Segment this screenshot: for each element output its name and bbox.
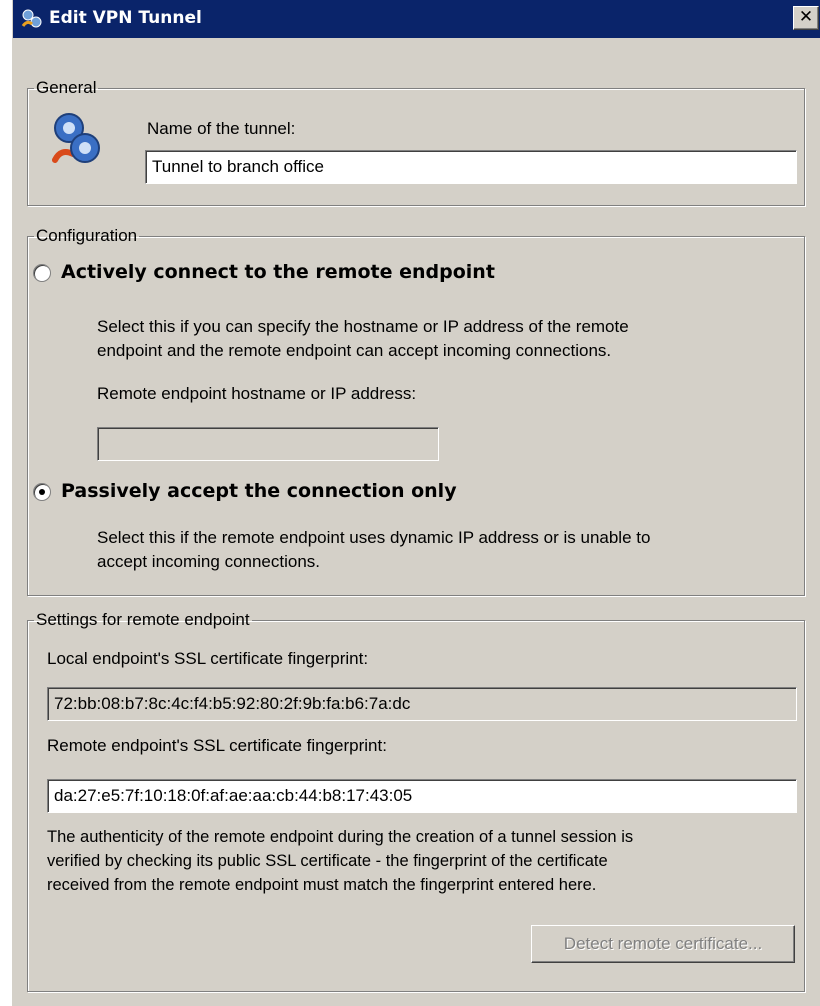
remote-fingerprint-input[interactable]: da:27:e5:7f:10:18:0f:af:ae:aa:cb:44:b8:1… [47, 779, 797, 813]
close-icon: ✕ [798, 7, 814, 27]
passive-description-line: Select this if the remote endpoint uses … [97, 528, 651, 547]
general-legend: General [36, 78, 97, 97]
passive-description-line: accept incoming connections. [97, 552, 321, 571]
active-connect-description: Select this if you can specify the hostn… [97, 315, 787, 363]
info-line: received from the remote endpoint must m… [47, 876, 597, 894]
passive-accept-description: Select this if the remote endpoint uses … [97, 526, 787, 574]
edit-vpn-tunnel-dialog: Edit VPN Tunnel ✕ General Name of the tu… [12, 0, 820, 1006]
hostname-label: Remote endpoint hostname or IP address: [97, 384, 417, 403]
active-description-line: Select this if you can specify the hostn… [97, 317, 629, 336]
passive-accept-label[interactable]: Passively accept the connection only [61, 480, 457, 502]
active-connect-radio[interactable] [33, 264, 51, 282]
passive-accept-option[interactable]: Passively accept the connection only [33, 480, 553, 506]
active-connect-label[interactable]: Actively connect to the remote endpoint [61, 261, 495, 283]
remote-fingerprint-label: Remote endpoint's SSL certificate finger… [47, 736, 387, 755]
local-fingerprint-label: Local endpoint's SSL certificate fingerp… [47, 649, 369, 668]
close-button[interactable]: ✕ [793, 6, 819, 30]
title-bar[interactable]: Edit VPN Tunnel ✕ [13, 0, 820, 38]
configuration-legend: Configuration [36, 226, 138, 245]
local-fingerprint-field[interactable]: 72:bb:08:b7:8c:4c:f4:b5:92:80:2f:9b:fa:b… [47, 687, 797, 721]
tunnel-name-label: Name of the tunnel: [147, 119, 296, 138]
detect-remote-certificate-button[interactable]: Detect remote certificate... [531, 925, 795, 963]
info-line: verified by checking its public SSL cert… [47, 852, 608, 870]
general-group: General [27, 78, 805, 206]
hostname-input[interactable] [97, 427, 439, 461]
active-description-line: endpoint and the remote endpoint can acc… [97, 341, 612, 360]
active-connect-option[interactable]: Actively connect to the remote endpoint [33, 261, 593, 287]
remote-settings-legend: Settings for remote endpoint [36, 610, 250, 629]
vpn-network-icon [52, 113, 100, 163]
passive-accept-radio[interactable] [33, 483, 51, 501]
info-line: The authenticity of the remote endpoint … [47, 828, 634, 846]
tunnel-name-input[interactable]: Tunnel to branch office [145, 150, 797, 184]
window-title: Edit VPN Tunnel [49, 8, 202, 28]
authenticity-info: The authenticity of the remote endpoint … [47, 825, 807, 897]
vpn-tunnel-icon [21, 9, 42, 28]
